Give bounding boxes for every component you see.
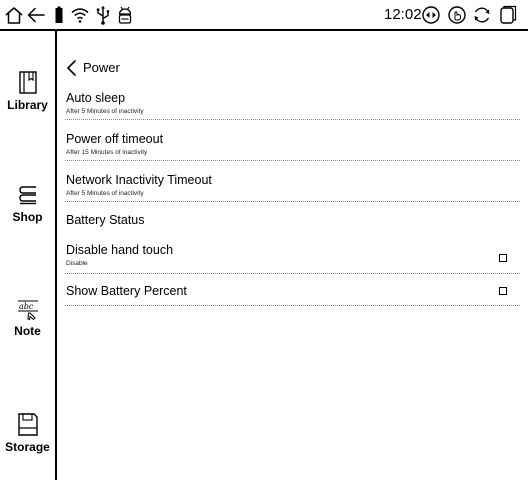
sidebar: Library Shop abc Note Storage <box>0 31 57 480</box>
setting-subtitle: After 15 Minutes of inactivity <box>66 149 148 156</box>
show-battery-percent-checkbox[interactable] <box>499 287 507 295</box>
sidebar-item-label: Storage <box>5 440 50 454</box>
disable-hand-touch-checkbox[interactable] <box>499 254 507 262</box>
setting-title: Power off timeout <box>66 132 164 146</box>
note-pen-icon: abc <box>15 295 41 323</box>
clock-time: 12:02 <box>384 6 422 23</box>
sidebar-item-library[interactable]: Library <box>0 69 55 113</box>
refresh-mode-icon[interactable] <box>420 4 442 26</box>
status-bar: 12:02 <box>0 0 528 31</box>
svg-text:abc: abc <box>19 302 34 311</box>
wifi-icon[interactable] <box>69 4 91 26</box>
setting-disable-hand-touch[interactable]: Disable hand touch Disable <box>65 242 520 274</box>
setting-title: Auto sleep <box>66 91 126 105</box>
battery-icon <box>48 4 70 26</box>
storage-icon <box>15 411 41 439</box>
android-icon <box>114 4 136 26</box>
setting-auto-sleep[interactable]: Auto sleep After 5 Minutes of inactivity <box>65 88 520 120</box>
sidebar-item-label: Note <box>14 324 41 338</box>
setting-subtitle: After 5 Minutes of inactivity <box>66 108 144 115</box>
setting-title: Battery Status <box>66 213 145 227</box>
sidebar-item-label: Library <box>7 98 48 112</box>
setting-battery-status[interactable]: Battery Status <box>65 211 520 235</box>
home-icon[interactable] <box>3 4 25 26</box>
usb-icon <box>92 4 114 26</box>
setting-show-battery-percent[interactable]: Show Battery Percent <box>65 282 520 306</box>
back-navigation[interactable]: Power <box>65 58 120 78</box>
touch-icon[interactable] <box>446 4 468 26</box>
setting-title: Network Inactivity Timeout <box>66 173 212 187</box>
sidebar-item-label: Shop <box>12 210 43 224</box>
setting-subtitle: After 5 Minutes of inactivity <box>66 190 144 197</box>
sidebar-item-note[interactable]: abc Note <box>0 295 55 339</box>
setting-network-inactivity-timeout[interactable]: Network Inactivity Timeout After 5 Minut… <box>65 170 520 202</box>
settings-panel: Power Auto sleep After 5 Minutes of inac… <box>57 31 528 480</box>
setting-power-off-timeout[interactable]: Power off timeout After 15 Minutes of in… <box>65 129 520 161</box>
setting-title: Show Battery Percent <box>66 284 187 298</box>
chevron-left-icon[interactable] <box>65 58 79 78</box>
sync-icon[interactable] <box>471 4 493 26</box>
tab-switch-icon[interactable] <box>496 4 518 26</box>
setting-title: Disable hand touch <box>66 243 174 257</box>
sidebar-item-shop[interactable]: Shop <box>0 181 55 225</box>
shop-books-icon <box>15 181 41 209</box>
library-book-icon <box>15 69 41 97</box>
sidebar-item-storage[interactable]: Storage <box>0 411 55 455</box>
page-title: Power <box>83 60 120 75</box>
setting-subtitle: Disable <box>66 260 88 267</box>
back-arrow-icon[interactable] <box>25 4 47 26</box>
device-screen: 12:02 Library Shop abc Note Storage Powe… <box>0 0 528 480</box>
